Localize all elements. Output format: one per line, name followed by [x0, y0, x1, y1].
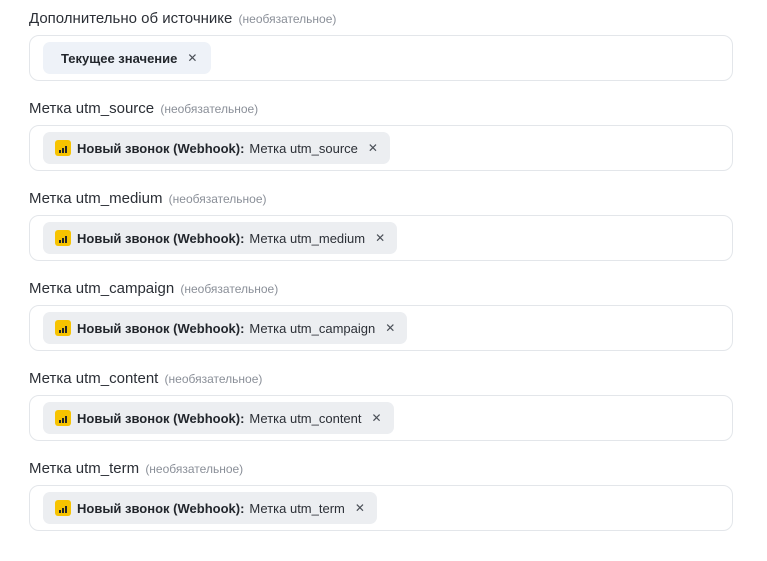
field-label-text: Метка utm_source — [29, 100, 155, 117]
chip-value: Метка utm_medium — [249, 230, 366, 246]
chip-title: Текущее значение — [61, 50, 178, 66]
close-icon[interactable]: ✕ — [187, 52, 197, 64]
utm-campaign-input[interactable]: Новый звонок (Webhook): Метка utm_campai… — [29, 305, 733, 351]
close-icon[interactable]: ✕ — [375, 232, 385, 244]
close-icon[interactable]: ✕ — [372, 412, 382, 424]
chip-title: Новый звонок (Webhook): — [77, 140, 245, 156]
value-chip[interactable]: Новый звонок (Webhook): Метка utm_conten… — [43, 402, 394, 434]
field-label: Метка utm_content (необязательное) — [29, 369, 733, 389]
optional-note: (необязательное) — [180, 282, 279, 296]
bar-chart-icon — [55, 500, 71, 516]
field-label: Метка utm_campaign (необязательное) — [29, 279, 733, 299]
field-label: Дополнительно об источнике (необязательн… — [29, 9, 733, 29]
utm-source-input[interactable]: Новый звонок (Webhook): Метка utm_source… — [29, 125, 733, 171]
close-icon[interactable]: ✕ — [355, 502, 365, 514]
source-details-input[interactable]: Текущее значение ✕ — [29, 35, 733, 81]
utm-content-input[interactable]: Новый звонок (Webhook): Метка utm_conten… — [29, 395, 733, 441]
chip-title: Новый звонок (Webhook): — [77, 500, 245, 516]
field-utm-campaign: Метка utm_campaign (необязательное) Новы… — [29, 279, 733, 351]
chip-title: Новый звонок (Webhook): — [77, 320, 245, 336]
chip-title: Новый звонок (Webhook): — [77, 230, 245, 246]
optional-note: (необязательное) — [164, 372, 263, 386]
chip-value: Метка utm_campaign — [249, 320, 376, 336]
field-label: Метка utm_source (необязательное) — [29, 99, 733, 119]
optional-note: (необязательное) — [238, 12, 337, 26]
field-utm-content: Метка utm_content (необязательное) Новый… — [29, 369, 733, 441]
field-label-text: Метка utm_medium — [29, 190, 163, 207]
bar-chart-icon — [55, 320, 71, 336]
optional-note: (необязательное) — [160, 102, 259, 116]
value-chip[interactable]: Новый звонок (Webhook): Метка utm_medium… — [43, 222, 398, 254]
close-icon[interactable]: ✕ — [368, 142, 378, 154]
field-label-text: Метка utm_term — [29, 460, 140, 477]
field-label-text: Дополнительно об источнике — [29, 10, 233, 27]
field-label-text: Метка utm_content — [29, 370, 159, 387]
field-label: Метка utm_term (необязательное) — [29, 459, 733, 479]
chip-value: Метка utm_content — [249, 410, 362, 426]
field-label-text: Метка utm_campaign — [29, 280, 175, 297]
value-chip[interactable]: Новый звонок (Webhook): Метка utm_campai… — [43, 312, 408, 344]
chip-value: Метка utm_term — [249, 500, 345, 516]
optional-note: (необязательное) — [168, 192, 267, 206]
field-utm-term: Метка utm_term (необязательное) Новый зв… — [29, 459, 733, 531]
field-label: Метка utm_medium (необязательное) — [29, 189, 733, 209]
field-utm-source: Метка utm_source (необязательное) Новый … — [29, 99, 733, 171]
field-source-details: Дополнительно об источнике (необязательн… — [29, 9, 733, 81]
utm-term-input[interactable]: Новый звонок (Webhook): Метка utm_term ✕ — [29, 485, 733, 531]
chip-title: Новый звонок (Webhook): — [77, 410, 245, 426]
field-utm-medium: Метка utm_medium (необязательное) Новый … — [29, 189, 733, 261]
value-chip[interactable]: Новый звонок (Webhook): Метка utm_source… — [43, 132, 390, 164]
value-chip[interactable]: Текущее значение ✕ — [43, 42, 212, 74]
bar-chart-icon — [55, 140, 71, 156]
utm-medium-input[interactable]: Новый звонок (Webhook): Метка utm_medium… — [29, 215, 733, 261]
bar-chart-icon — [55, 230, 71, 246]
close-icon[interactable]: ✕ — [385, 322, 395, 334]
value-chip[interactable]: Новый звонок (Webhook): Метка utm_term ✕ — [43, 492, 377, 524]
bar-chart-icon — [55, 410, 71, 426]
source-fields-form: Дополнительно об источнике (необязательн… — [0, 0, 767, 561]
optional-note: (необязательное) — [145, 462, 244, 476]
chip-value: Метка utm_source — [249, 140, 358, 156]
